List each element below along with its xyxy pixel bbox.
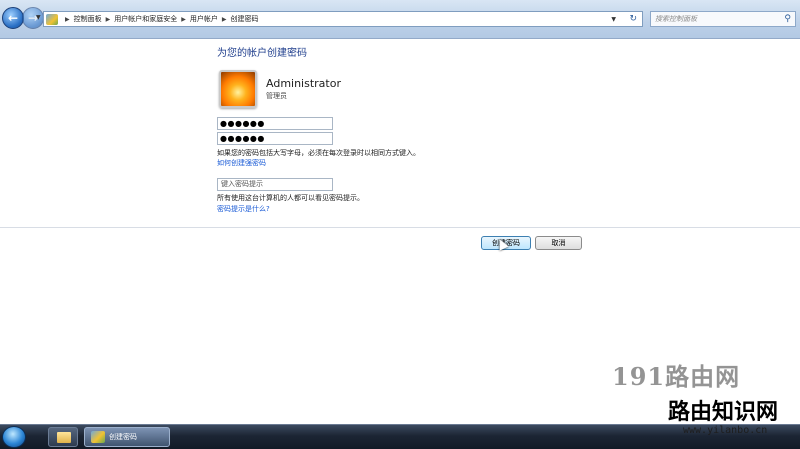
start-button[interactable] bbox=[2, 426, 26, 448]
confirm-password-field[interactable]: ●●●●●● bbox=[217, 132, 333, 145]
watermark-router-knowledge: 路由知识网 bbox=[668, 399, 779, 425]
taskbar: 创建密码 bbox=[0, 424, 800, 449]
user-role: 管理员 bbox=[266, 92, 287, 100]
user-name: Administrator bbox=[266, 77, 341, 90]
password-hint-help-link[interactable]: 密码提示是什么? bbox=[217, 204, 270, 214]
breadcrumb-user-accounts[interactable]: 用户帐户 bbox=[190, 14, 218, 24]
taskbar-window-create-password[interactable]: 创建密码 bbox=[84, 427, 170, 447]
recent-pages-dropdown[interactable]: ▼ bbox=[36, 14, 41, 21]
back-button[interactable]: ← bbox=[2, 7, 24, 29]
address-dropdown-icon[interactable]: ▼ bbox=[611, 16, 616, 23]
divider bbox=[0, 227, 800, 228]
chevron-right-icon[interactable]: ▶ bbox=[181, 16, 186, 23]
new-password-field[interactable]: ●●●●●● bbox=[217, 117, 333, 130]
chevron-right-icon[interactable]: ▶ bbox=[222, 16, 227, 23]
breadcrumb-control-panel[interactable]: 控制面板 bbox=[74, 14, 102, 24]
breadcrumb[interactable]: ▶ 控制面板 ▶ 用户帐户和家庭安全 ▶ 用户帐户 ▶ 创建密码 ▼ ↻ bbox=[43, 11, 643, 27]
search-box[interactable]: 搜索控制面板 ⚲ bbox=[650, 11, 796, 27]
taskbar-window-label: 创建密码 bbox=[109, 433, 137, 441]
watermark-url: www.yilanbo.cn bbox=[683, 425, 768, 436]
breadcrumb-create-password[interactable]: 创建密码 bbox=[231, 14, 259, 24]
cancel-button[interactable]: 取消 bbox=[535, 236, 582, 250]
search-icon[interactable]: ⚲ bbox=[784, 14, 791, 24]
avatar bbox=[219, 70, 257, 108]
password-hint-field[interactable]: 键入密码提示 bbox=[217, 178, 333, 191]
page-title: 为您的帐户创建密码 bbox=[217, 48, 307, 59]
watermark-191: 191路由网 bbox=[612, 362, 741, 391]
control-panel-icon bbox=[91, 431, 105, 443]
chevron-right-icon[interactable]: ▶ bbox=[106, 16, 111, 23]
control-panel-icon bbox=[46, 13, 58, 25]
chevron-right-icon[interactable]: ▶ bbox=[65, 16, 70, 23]
case-sensitivity-note: 如果您的密码包括大写字母，必须在每次登录时以相同方式键入。 bbox=[217, 149, 420, 157]
hint-visibility-note: 所有使用这台计算机的人都可以看见密码提示。 bbox=[217, 194, 364, 202]
strong-password-link[interactable]: 如何创建强密码 bbox=[217, 158, 266, 168]
refresh-icon[interactable]: ↻ bbox=[629, 14, 637, 24]
search-input[interactable]: 搜索控制面板 bbox=[655, 14, 697, 24]
taskbar-explorer-button[interactable] bbox=[48, 427, 78, 447]
folder-icon bbox=[57, 432, 71, 443]
breadcrumb-user-accounts-family[interactable]: 用户帐户和家庭安全 bbox=[114, 14, 177, 24]
address-bar: ← → ▼ ▶ 控制面板 ▶ 用户帐户和家庭安全 ▶ 用户帐户 ▶ 创建密码 ▼… bbox=[0, 0, 800, 39]
